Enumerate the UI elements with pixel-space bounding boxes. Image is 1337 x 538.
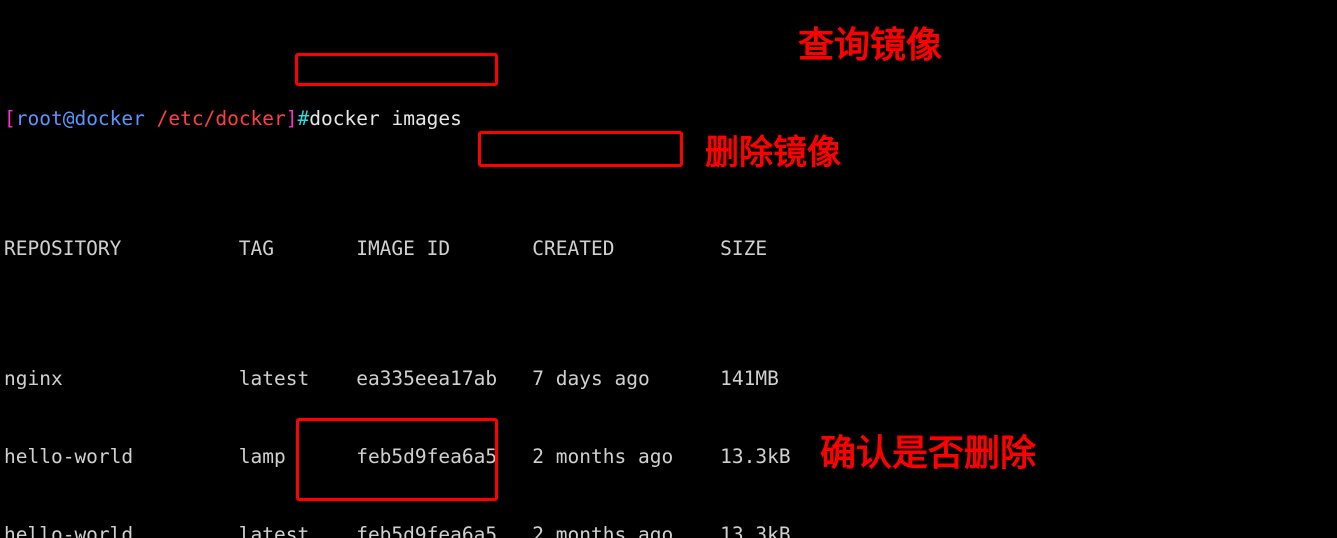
annotation-delete-image: 删除镜像 <box>705 133 841 173</box>
images-table-header-1: REPOSITORY TAG IMAGE ID CREATED SIZE <box>4 237 768 260</box>
prompt-hash: # <box>297 107 310 130</box>
command-line-docker-images-1: [root@docker /etc/docker]#docker images <box>4 106 1025 132</box>
prompt-path: /etc/docker <box>156 107 286 130</box>
annotation-confirm-deleted: 确认是否删除 <box>820 433 1037 474</box>
terminal-window[interactable]: [root@docker /etc/docker]#docker images … <box>0 0 1337 538</box>
images-row: hello-world latest feb5d9fea6a5 2 months… <box>4 523 791 538</box>
annotation-query-images: 查询镜像 <box>798 25 943 66</box>
prompt-space-1 <box>145 107 157 130</box>
command-docker-images-1: docker images <box>309 107 462 130</box>
images-row: nginx latest ea335eea17ab 7 days ago 141… <box>4 367 779 390</box>
prompt-close-bracket: ] <box>285 107 298 130</box>
prompt-user-host: root@docker <box>15 107 145 130</box>
prompt-open-bracket: [ <box>4 107 16 130</box>
